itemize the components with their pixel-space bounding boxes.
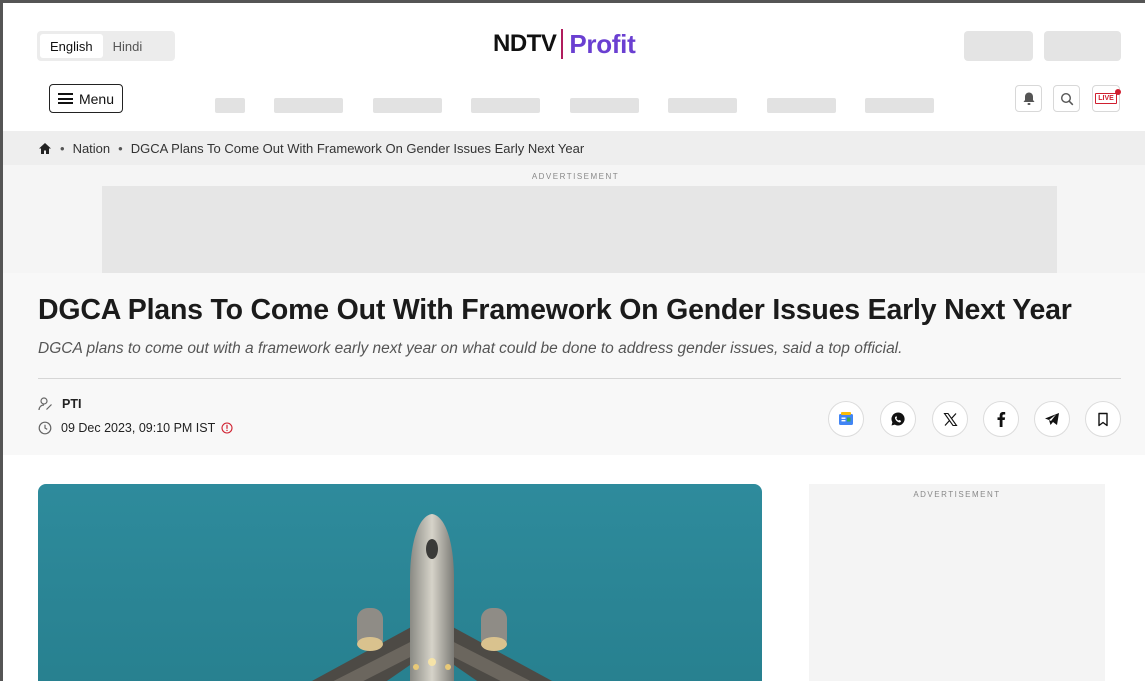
search-button[interactable]: [1053, 85, 1080, 112]
live-tv-button[interactable]: LIVE: [1092, 85, 1121, 112]
language-english[interactable]: English: [40, 34, 103, 58]
facebook-icon: [997, 412, 1006, 427]
side-ad-slot[interactable]: ADVERTISEMENT: [809, 484, 1105, 681]
x-icon: [942, 412, 958, 426]
telegram-icon: [1045, 413, 1059, 425]
google-news-button[interactable]: [828, 401, 864, 437]
author-row: PTI: [38, 397, 81, 411]
clock-icon: [38, 421, 52, 435]
bell-icon: [1023, 92, 1034, 105]
breadcrumb: • Nation • DGCA Plans To Come Out With F…: [3, 131, 1145, 165]
nav-placeholder[interactable]: [570, 98, 639, 113]
bookmark-icon: [1098, 412, 1108, 426]
menu-label: Menu: [78, 90, 115, 107]
search-icon: [1060, 92, 1073, 105]
logo-divider: [561, 29, 564, 59]
divider: [38, 378, 1121, 379]
whatsapp-icon: [891, 412, 905, 426]
language-switcher: English Hindi: [37, 31, 175, 61]
top-ad-label: ADVERTISEMENT: [531, 172, 620, 181]
language-hindi[interactable]: Hindi: [103, 34, 153, 58]
article-title: DGCA Plans To Come Out With Framework On…: [38, 294, 1072, 326]
airplane-image: [311, 514, 553, 681]
article-hero-image[interactable]: [38, 484, 762, 681]
site-logo[interactable]: NDTV Profit: [493, 27, 636, 61]
article-subtitle: DGCA plans to come out with a framework …: [38, 340, 903, 357]
nav-placeholder[interactable]: [668, 98, 737, 113]
breadcrumb-separator: •: [60, 140, 65, 156]
date-row: 09 Dec 2023, 09:10 PM IST: [38, 421, 233, 435]
facebook-button[interactable]: [983, 401, 1019, 437]
x-share-button[interactable]: [932, 401, 968, 437]
nav-placeholder[interactable]: [471, 98, 540, 113]
breadcrumb-separator: •: [118, 140, 123, 156]
top-ad-slot[interactable]: [102, 186, 1057, 275]
home-icon[interactable]: [38, 142, 52, 155]
whatsapp-button[interactable]: [880, 401, 916, 437]
notification-bell-button[interactable]: [1015, 85, 1042, 112]
bookmark-button[interactable]: [1085, 401, 1121, 437]
telegram-button[interactable]: [1034, 401, 1070, 437]
nav-placeholder[interactable]: [865, 98, 934, 113]
header-placeholder-button[interactable]: [964, 31, 1033, 61]
google-news-icon: [839, 412, 853, 425]
menu-button[interactable]: Menu: [49, 84, 123, 113]
breadcrumb-nation[interactable]: Nation: [73, 141, 111, 156]
nav-placeholder[interactable]: [767, 98, 836, 113]
publish-datetime: 09 Dec 2023, 09:10 PM IST: [61, 421, 216, 435]
logo-ndtv: NDTV: [493, 30, 557, 57]
header-placeholder-button[interactable]: [1044, 31, 1121, 61]
nav-placeholder[interactable]: [373, 98, 442, 113]
logo-profit: Profit: [569, 28, 636, 59]
breadcrumb-current: DGCA Plans To Come Out With Framework On…: [130, 140, 585, 156]
side-ad-label: ADVERTISEMENT: [913, 490, 1001, 499]
nav-placeholder[interactable]: [274, 98, 343, 113]
hamburger-icon: [57, 93, 73, 104]
nav-placeholder[interactable]: [215, 98, 245, 113]
author-icon: [38, 397, 52, 411]
info-icon[interactable]: [221, 422, 233, 434]
author-name[interactable]: PTI: [62, 397, 81, 411]
browser-frame: English Hindi NDTV Profit Menu LIVE • Na…: [0, 0, 1145, 681]
live-tv-icon: LIVE: [1095, 89, 1121, 104]
